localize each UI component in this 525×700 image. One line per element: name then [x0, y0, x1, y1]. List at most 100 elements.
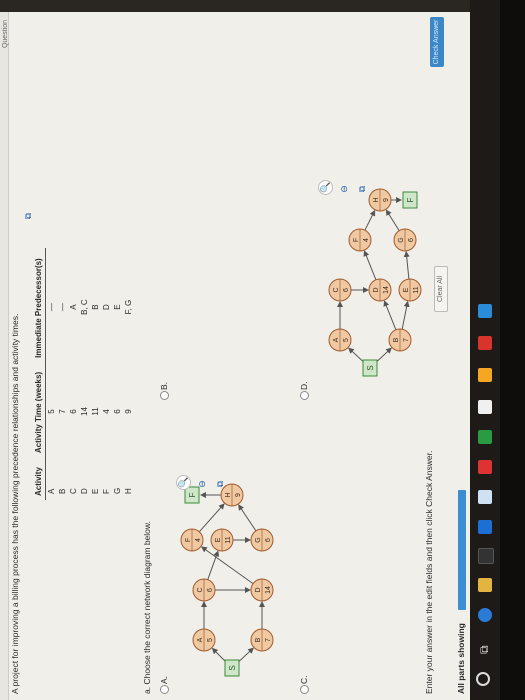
table-row: H 9 F, G [123, 248, 134, 500]
node-b: B7 [250, 628, 274, 652]
check-answer-button[interactable]: Check Answer [430, 17, 444, 67]
zoom-icon-d[interactable]: 🔍 [318, 180, 333, 195]
node-g-name: G [255, 537, 262, 542]
store-icon[interactable] [478, 548, 494, 564]
node-d-name: D [373, 287, 380, 292]
node-f-time: 4 [195, 538, 202, 542]
table-row: G 6 E [112, 248, 123, 500]
finish-node-label: F [406, 197, 415, 202]
activity-cell: C [69, 488, 78, 494]
diagram-c [310, 480, 425, 680]
node-b-time: 7 [265, 638, 272, 642]
option-b-radio[interactable] [160, 391, 169, 400]
activity-cell: E [91, 488, 100, 494]
arc-S-B [375, 347, 392, 363]
node-b-name: B [393, 337, 400, 342]
node-f: F4 [180, 528, 204, 552]
node-b-name: B [255, 637, 262, 642]
node-e-time: 11 [225, 536, 232, 543]
folder-icon[interactable] [478, 578, 492, 592]
activity-cell: F [102, 489, 111, 494]
green-app-icon[interactable] [478, 430, 492, 444]
orange-app-icon[interactable] [478, 368, 492, 382]
app-icon[interactable] [478, 490, 492, 504]
node-d: D 14 [250, 578, 274, 602]
expand-icon[interactable]: ⧉ [22, 210, 34, 222]
expand-icon-a[interactable]: ⧉ [214, 478, 226, 490]
time-cell: 9 [124, 409, 133, 414]
predecessor-cell: E [113, 304, 122, 310]
node-c-name: C [333, 287, 340, 292]
photo-frame: Question A project for improving a billi… [0, 0, 525, 700]
arc-B-D [383, 300, 397, 330]
node-g: G6 [250, 528, 274, 552]
col-predecessors: Immediate Predecessor(s) [33, 248, 46, 362]
arc-C-E [207, 550, 220, 580]
finish-node-label: F [188, 492, 197, 497]
expand-icon-d[interactable]: ⧉ [356, 183, 368, 195]
node-e: E 11 [210, 528, 234, 552]
node-g-time: 6 [408, 238, 415, 242]
node-g-name: G [398, 237, 405, 242]
red-app-icon[interactable] [478, 460, 492, 474]
white-app-icon[interactable] [478, 400, 492, 414]
magnify-minus-icon-d[interactable]: ⊖ [338, 183, 350, 195]
arc-B-E [401, 300, 410, 330]
taskbar [470, 0, 500, 700]
mail-icon[interactable] [478, 520, 492, 534]
node-h-name: H [225, 492, 232, 497]
arc-F-H [364, 209, 376, 231]
task-view-icon[interactable]: ⧉ [477, 645, 492, 654]
node-a-name: A [197, 637, 204, 642]
arc-E-G [403, 250, 410, 280]
node-c-time: 6 [207, 588, 214, 592]
table-row: D 14 B, C [79, 248, 90, 500]
node-d-time: 14 [383, 286, 390, 294]
col-time: Activity Time (weeks) [33, 361, 46, 458]
activity-cell: D [80, 488, 89, 494]
node-e-time: 11 [413, 286, 420, 293]
node-c-time: 6 [343, 288, 350, 292]
node-a-name: A [333, 337, 340, 342]
arc-F-H [198, 503, 225, 533]
node-c: C6 [192, 578, 216, 602]
node-f-name: F [185, 538, 192, 542]
node-f-name: F [353, 238, 360, 242]
node-a: A5 [328, 328, 352, 352]
time-cell: 6 [69, 409, 78, 414]
option-a-radio[interactable] [160, 685, 169, 694]
time-cell: 6 [113, 409, 122, 414]
table-row: B 7 — [57, 248, 68, 500]
node-b-time: 7 [403, 338, 410, 342]
predecessor-cell: B [91, 304, 100, 310]
clear-all-button[interactable]: Clear All [434, 266, 448, 312]
zoom-icon-a[interactable]: 🔍 [176, 475, 191, 490]
node-d: D 14 [368, 278, 392, 302]
diagram-a: SA 5 B 7C 6 D 14E 11F 4 G 6H 9F [180, 483, 274, 677]
browser-app-icon[interactable] [478, 304, 492, 318]
arc-D-F [363, 250, 377, 280]
node-e: E 11 [398, 278, 422, 302]
predecessor-cell: — [47, 303, 56, 312]
option-d-radio[interactable] [300, 391, 309, 400]
magnify-minus-icon-a[interactable]: ⊖ [196, 478, 208, 490]
node-h-time: 9 [235, 493, 242, 497]
media-app-icon[interactable] [478, 336, 492, 350]
node-c: C6 [328, 278, 352, 302]
progress-bar [458, 490, 466, 610]
search-icon[interactable] [476, 672, 490, 686]
start-node-label: S [366, 365, 375, 370]
edge-icon[interactable] [478, 608, 492, 622]
arc-D-F [200, 546, 254, 585]
top-bar [0, 12, 9, 700]
predecessor-cell: B, C [80, 299, 89, 315]
col-activity: Activity [33, 457, 46, 500]
node-e-name: E [403, 287, 410, 292]
start-node: S [362, 359, 378, 377]
node-g: G6 [393, 228, 417, 252]
time-cell: 14 [80, 407, 89, 416]
option-c-radio[interactable] [300, 685, 309, 694]
start-node-label: S [228, 665, 237, 670]
start-node: S [224, 659, 240, 677]
node-d-name: D [255, 587, 262, 592]
